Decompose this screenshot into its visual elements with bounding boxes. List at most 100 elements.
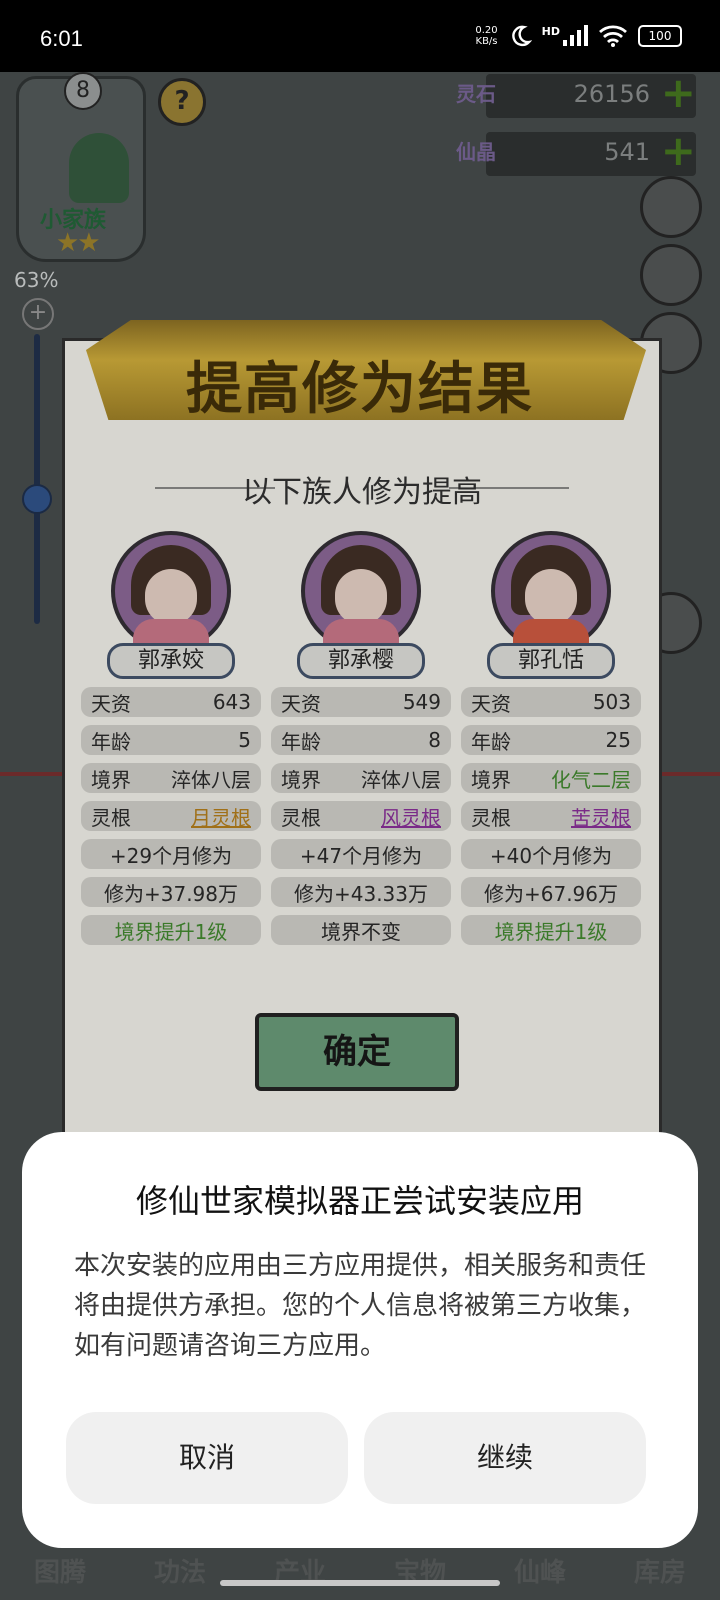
talent-row: 天资 549 — [271, 687, 451, 717]
member-card: 郭孔恬 天资 503 年龄 25 境界 化气二层 灵根 苦灵根 +40个月修为 修为+6… — [461, 531, 641, 945]
nav-industry[interactable]: 产业 — [274, 1544, 326, 1600]
network-speed-value: 0.20 — [475, 25, 498, 36]
root-row: 灵根 苦灵根 — [461, 801, 641, 831]
realm-value: 淬体八层 — [171, 767, 251, 792]
signal-icon — [563, 25, 588, 46]
add-xianjing-button[interactable]: + — [661, 126, 696, 175]
member-list: 郭承姣 天资 643 年龄 5 境界 淬体八层 灵根 月灵根 +29个月修为 修为+37… — [81, 531, 641, 951]
status-time: 6:01 — [40, 26, 83, 51]
tree-icon — [69, 133, 129, 203]
cancel-button[interactable]: 取消 — [66, 1412, 348, 1504]
member-name: 郭孔恬 — [487, 643, 615, 679]
cultivation-row: 修为+43.33万 — [271, 877, 451, 907]
age-label: 年龄 — [471, 729, 511, 754]
nav-skills[interactable]: 功法 — [154, 1544, 206, 1600]
age-value: 8 — [428, 728, 441, 752]
member-card: 郭承姣 天资 643 年龄 5 境界 淬体八层 灵根 月灵根 +29个月修为 修为+37… — [81, 531, 261, 945]
confirm-button[interactable]: 确定 — [255, 1013, 459, 1091]
root-value-link[interactable]: 苦灵根 — [571, 802, 631, 831]
realm-value: 淬体八层 — [361, 767, 441, 792]
dialog-body: 本次安装的应用由三方应用提供，相关服务和责任将由提供方承担。您的个人信息将被第三… — [74, 1251, 647, 1361]
bottom-nav: 图腾 功法 产业 宝物 仙峰 库房 — [0, 1544, 720, 1600]
talent-row: 天资 643 — [81, 687, 261, 717]
avatar-face — [335, 569, 387, 625]
root-label: 灵根 — [281, 805, 321, 830]
xianjing-label: 仙晶 — [456, 140, 496, 164]
talent-label: 天资 — [91, 691, 131, 716]
family-stars: ★★ — [56, 228, 101, 258]
nav-treasures[interactable]: 宝物 — [394, 1544, 446, 1600]
continue-button[interactable]: 继续 — [364, 1412, 646, 1504]
talent-value: 503 — [592, 690, 631, 714]
result-row: 境界不变 — [271, 915, 451, 945]
help-button[interactable]: ? — [158, 78, 206, 126]
install-dialog: 修仙世家模拟器正尝试安装应用 本次安装的应用由三方应用提供，相关服务和责任将由提… — [22, 1132, 698, 1548]
talent-value: 643 — [212, 690, 251, 714]
months-row: +40个月修为 — [461, 839, 641, 869]
member-avatar — [111, 531, 231, 651]
result-panel: 以下族人修为提高 郭承姣 天资 643 年龄 5 境界 淬体八层 灵根 月灵根 +29个… — [62, 338, 662, 1144]
lingshi-label: 灵石 — [456, 82, 496, 106]
network-speed: 0.20 KB/s — [475, 25, 497, 47]
months-row: +29个月修为 — [81, 839, 261, 869]
member-name: 郭承樱 — [297, 643, 425, 679]
lingshi-value: 26156 — [573, 80, 650, 108]
age-row: 年龄 8 — [271, 725, 451, 755]
xianjing-value: 541 — [604, 138, 650, 166]
talent-value: 549 — [402, 690, 441, 714]
realm-row: 境界 淬体八层 — [271, 763, 451, 793]
talent-label: 天资 — [471, 691, 511, 716]
realm-value: 化气二层 — [551, 767, 631, 792]
nav-peaks[interactable]: 仙峰 — [514, 1544, 566, 1600]
status-icons: 0.20 KB/s HD 100 — [475, 24, 682, 48]
avatar-face — [525, 569, 577, 625]
member-name: 郭承姣 — [107, 643, 235, 679]
age-value: 25 — [605, 728, 631, 752]
battery-icon: 100 — [638, 25, 682, 47]
lingshi-counter: 灵石 26156 + — [456, 68, 696, 118]
cultivation-row: 修为+37.98万 — [81, 877, 261, 907]
home-indicator[interactable] — [220, 1580, 500, 1586]
age-row: 年龄 25 — [461, 725, 641, 755]
wifi-icon — [599, 25, 627, 47]
realm-row: 境界 化气二层 — [461, 763, 641, 793]
talent-row: 天资 503 — [461, 687, 641, 717]
member-card: 郭承樱 天资 549 年龄 8 境界 淬体八层 灵根 风灵根 +47个月修为 修为+43… — [271, 531, 451, 945]
status-bar: 6:01 0.20 KB/s HD 100 — [0, 0, 720, 72]
result-banner: 提高修为结果 — [26, 282, 694, 442]
age-value: 5 — [238, 728, 251, 752]
realm-label: 境界 — [281, 767, 321, 792]
zoom-slider-handle[interactable] — [22, 484, 52, 514]
root-value-link[interactable]: 风灵根 — [381, 802, 441, 831]
nav-totem[interactable]: 图腾 — [34, 1544, 86, 1600]
network-type-label: HD — [541, 24, 560, 38]
age-label: 年龄 — [91, 729, 131, 754]
root-row: 灵根 风灵根 — [271, 801, 451, 831]
result-subtitle: 以下族人修为提高 — [242, 475, 482, 510]
add-lingshi-button[interactable]: + — [661, 68, 696, 117]
months-row: +47个月修为 — [271, 839, 451, 869]
realm-label: 境界 — [91, 767, 131, 792]
settings-gear-icon[interactable] — [640, 176, 702, 238]
xianjing-counter: 仙晶 541 + — [456, 126, 696, 176]
root-row: 灵根 月灵根 — [81, 801, 261, 831]
root-label: 灵根 — [91, 805, 131, 830]
root-value-link[interactable]: 月灵根 — [191, 802, 251, 831]
root-label: 灵根 — [471, 805, 511, 830]
cultivation-row: 修为+67.96万 — [461, 877, 641, 907]
network-speed-unit: KB/s — [475, 36, 498, 47]
result-row: 境界提升1级 — [81, 915, 261, 945]
realm-label: 境界 — [471, 767, 511, 792]
moon-icon — [511, 25, 532, 47]
family-level: 8 — [64, 72, 102, 110]
realm-row: 境界 淬体八层 — [81, 763, 261, 793]
dialog-title: 修仙世家模拟器正尝试安装应用 — [135, 1182, 584, 1220]
age-row: 年龄 5 — [81, 725, 261, 755]
avatar-face — [145, 569, 197, 625]
member-avatar — [301, 531, 421, 651]
member-avatar — [491, 531, 611, 651]
nav-storage[interactable]: 库房 — [634, 1544, 686, 1600]
age-label: 年龄 — [281, 729, 321, 754]
result-row: 境界提升1级 — [461, 915, 641, 945]
result-title: 提高修为结果 — [186, 357, 534, 422]
